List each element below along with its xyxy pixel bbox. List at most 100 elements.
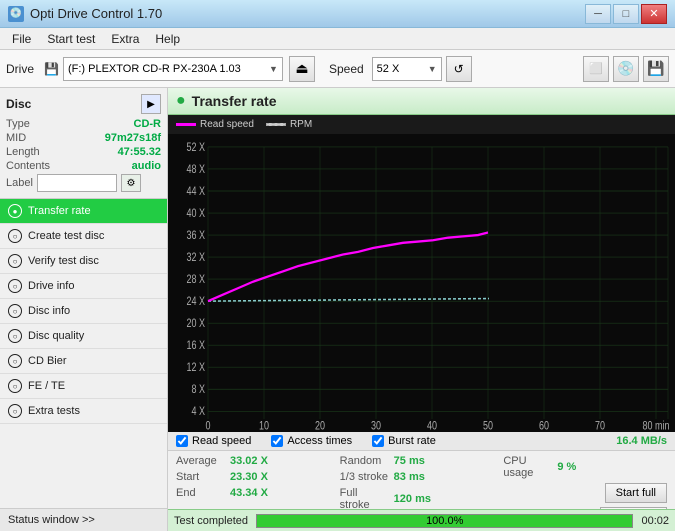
nav-item-fe-te[interactable]: ○ FE / TE bbox=[0, 374, 167, 399]
nav-item-create-test-disc[interactable]: ○ Create test disc bbox=[0, 224, 167, 249]
length-label: Length bbox=[6, 146, 40, 158]
nav-label-cd-bier: CD Bier bbox=[28, 355, 67, 367]
speed-dropdown[interactable]: 52 X ▼ bbox=[372, 57, 442, 81]
app-title: Opti Drive Control 1.70 bbox=[30, 6, 162, 21]
drive-select[interactable]: 💾 (F:) PLEXTOR CD-R PX-230A 1.03 ▼ bbox=[44, 57, 283, 81]
stats-row-random: Random 75 ms bbox=[340, 453, 504, 469]
access-times-checkbox-label: Access times bbox=[287, 435, 352, 447]
cd-bier-icon: ○ bbox=[8, 354, 22, 368]
label-gear-button[interactable]: ⚙ bbox=[121, 174, 141, 192]
chart-header-icon: ● bbox=[176, 92, 186, 110]
chart-header: ● Transfer rate bbox=[168, 88, 675, 115]
menu-file[interactable]: File bbox=[4, 30, 39, 48]
nav-item-transfer-rate[interactable]: ● Transfer rate bbox=[0, 199, 167, 224]
read-speed-checkbox-item[interactable]: Read speed bbox=[176, 435, 251, 447]
stats-row-1-3-stroke: 1/3 stroke 83 ms bbox=[340, 469, 504, 485]
svg-text:36 X: 36 X bbox=[186, 230, 205, 242]
maximize-button[interactable]: □ bbox=[613, 4, 639, 24]
read-speed-checkbox[interactable] bbox=[176, 435, 188, 447]
main-content: Disc ▶ Type CD-R MID 97m27s18f Length 47… bbox=[0, 88, 675, 531]
type-label: Type bbox=[6, 118, 30, 130]
read-speed-color bbox=[176, 123, 196, 126]
close-button[interactable]: ✕ bbox=[641, 4, 667, 24]
right-panel: ● Transfer rate Read speed RPM bbox=[168, 88, 675, 531]
cpu-label: CPU usage bbox=[503, 455, 553, 479]
nav-item-drive-info[interactable]: ○ Drive info bbox=[0, 274, 167, 299]
nav-items: ● Transfer rate ○ Create test disc ○ Ver… bbox=[0, 199, 167, 508]
refresh-button[interactable]: ↺ bbox=[446, 56, 472, 82]
end-label: End bbox=[176, 487, 226, 499]
menu-extra[interactable]: Extra bbox=[103, 30, 147, 48]
burst-rate-checkbox-item[interactable]: Burst rate bbox=[372, 435, 436, 447]
svg-text:60: 60 bbox=[539, 420, 549, 432]
app-icon: 💿 bbox=[8, 6, 24, 22]
nav-item-disc-quality[interactable]: ○ Disc quality bbox=[0, 324, 167, 349]
average-label: Average bbox=[176, 455, 226, 467]
drive-icon: 💾 bbox=[44, 62, 59, 76]
verify-test-disc-icon: ○ bbox=[8, 254, 22, 268]
svg-text:40 X: 40 X bbox=[186, 208, 205, 220]
mid-value: 97m27s18f bbox=[105, 132, 161, 144]
disc-expand-button[interactable]: ▶ bbox=[141, 94, 161, 114]
legend-read-speed: Read speed bbox=[176, 119, 254, 130]
burst-rate-checkbox[interactable] bbox=[372, 435, 384, 447]
legend-read-label: Read speed bbox=[200, 119, 254, 130]
chart-svg: 52 X 48 X 44 X 40 X 36 X 32 X 28 X 24 X … bbox=[168, 134, 675, 432]
nav-item-verify-test-disc[interactable]: ○ Verify test disc bbox=[0, 249, 167, 274]
progress-percent: 100.0% bbox=[426, 515, 463, 527]
nav-label-transfer-rate: Transfer rate bbox=[28, 205, 91, 217]
disc-button[interactable]: 💿 bbox=[613, 56, 639, 82]
svg-text:40: 40 bbox=[427, 420, 437, 432]
average-value: 33.02 X bbox=[230, 455, 280, 467]
titlebar: 💿 Opti Drive Control 1.70 ─ □ ✕ bbox=[0, 0, 675, 28]
extra-tests-icon: ○ bbox=[8, 404, 22, 418]
nav-item-cd-bier[interactable]: ○ CD Bier bbox=[0, 349, 167, 374]
type-value: CD-R bbox=[134, 118, 162, 130]
chevron-down-icon: ▼ bbox=[269, 64, 278, 74]
contents-value: audio bbox=[132, 160, 161, 172]
svg-text:80 min: 80 min bbox=[643, 420, 670, 432]
mid-label: MID bbox=[6, 132, 26, 144]
stroke-1-3-label: 1/3 stroke bbox=[340, 471, 390, 483]
drive-info-icon: ○ bbox=[8, 279, 22, 293]
progress-area: Test completed 100.0% 00:02 bbox=[168, 509, 675, 531]
random-label: Random bbox=[340, 455, 390, 467]
legend-rpm: RPM bbox=[266, 119, 312, 130]
status-window-label: Status window >> bbox=[8, 514, 95, 526]
chevron-down-icon-speed: ▼ bbox=[428, 64, 437, 74]
start-full-button[interactable]: Start full bbox=[605, 483, 667, 503]
save-button[interactable]: 💾 bbox=[643, 56, 669, 82]
nav-label-create-test-disc: Create test disc bbox=[28, 230, 104, 242]
disc-section: Disc ▶ Type CD-R MID 97m27s18f Length 47… bbox=[0, 88, 167, 199]
menu-help[interactable]: Help bbox=[147, 30, 188, 48]
svg-text:20 X: 20 X bbox=[186, 318, 205, 330]
nav-label-fe-te: FE / TE bbox=[28, 380, 65, 392]
disc-title: Disc bbox=[6, 97, 31, 111]
eject-button[interactable]: ⏏ bbox=[289, 56, 315, 82]
nav-label-drive-info: Drive info bbox=[28, 280, 74, 292]
minimize-button[interactable]: ─ bbox=[585, 4, 611, 24]
svg-text:28 X: 28 X bbox=[186, 274, 205, 286]
chart-title: Transfer rate bbox=[192, 93, 277, 109]
nav-item-disc-info[interactable]: ○ Disc info bbox=[0, 299, 167, 324]
nav-label-disc-quality: Disc quality bbox=[28, 330, 84, 342]
access-times-checkbox[interactable] bbox=[271, 435, 283, 447]
stats-row-end: End 43.34 X bbox=[176, 485, 340, 501]
clear-button[interactable]: ⬜ bbox=[583, 56, 609, 82]
svg-text:4 X: 4 X bbox=[191, 406, 205, 418]
menu-start-test[interactable]: Start test bbox=[39, 30, 103, 48]
menubar: File Start test Extra Help bbox=[0, 28, 675, 50]
svg-text:16 X: 16 X bbox=[186, 340, 205, 352]
svg-text:8 X: 8 X bbox=[191, 384, 205, 396]
start-label: Start bbox=[176, 471, 226, 483]
nav-item-extra-tests[interactable]: ○ Extra tests bbox=[0, 399, 167, 424]
svg-text:20: 20 bbox=[315, 420, 325, 432]
create-test-disc-icon: ○ bbox=[8, 229, 22, 243]
status-window-button[interactable]: Status window >> bbox=[0, 508, 167, 531]
label-input[interactable] bbox=[37, 174, 117, 192]
drive-dropdown[interactable]: (F:) PLEXTOR CD-R PX-230A 1.03 ▼ bbox=[63, 57, 283, 81]
burst-rate-value-label: 16.4 MB/s bbox=[616, 435, 667, 447]
access-times-checkbox-item[interactable]: Access times bbox=[271, 435, 352, 447]
disc-quality-icon: ○ bbox=[8, 329, 22, 343]
svg-text:10: 10 bbox=[259, 420, 269, 432]
